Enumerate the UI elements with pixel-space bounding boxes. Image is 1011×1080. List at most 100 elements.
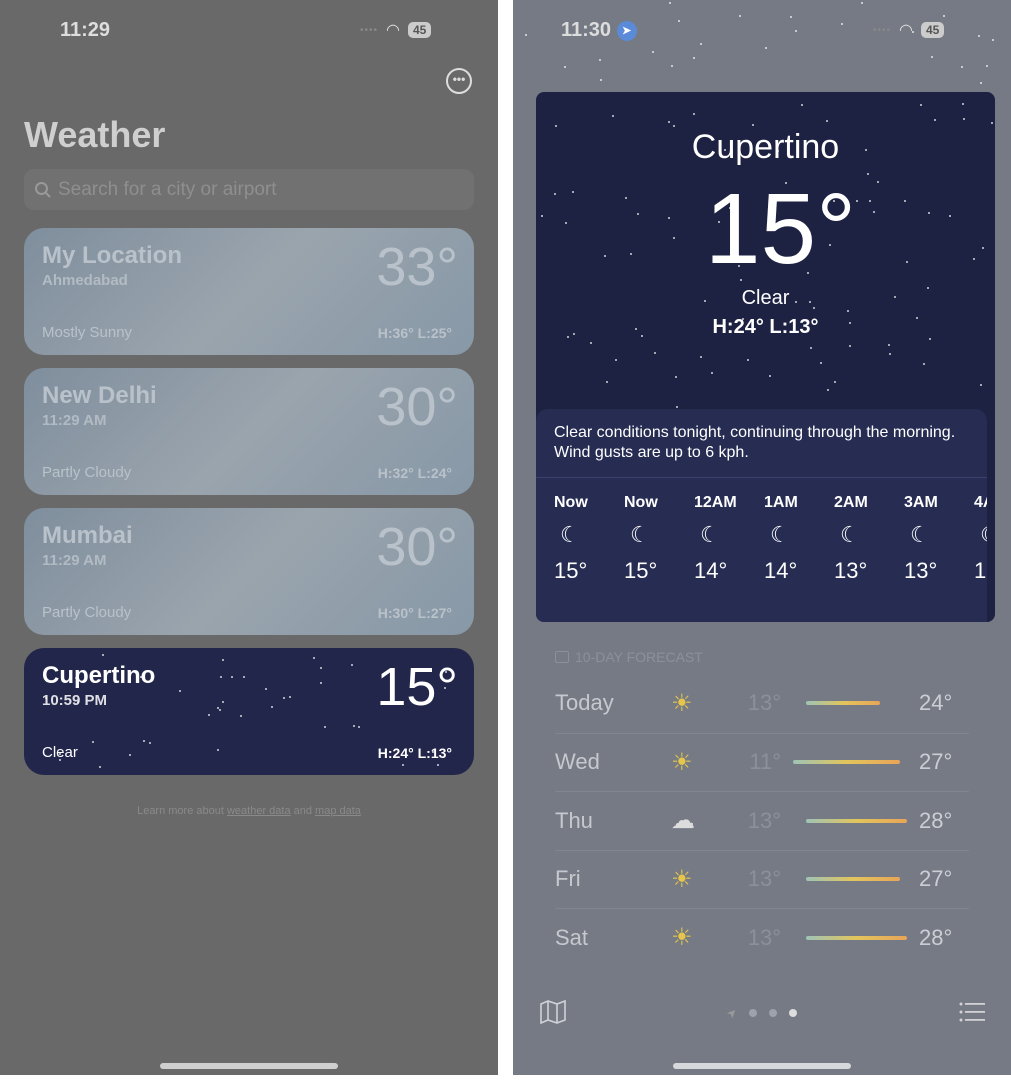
star xyxy=(357,726,360,729)
star xyxy=(313,657,316,660)
star xyxy=(670,65,673,68)
star xyxy=(810,346,813,349)
forecast-low: 13° xyxy=(747,690,781,715)
signal-icon: •••• xyxy=(360,24,379,36)
moon-stars-icon: ☾ xyxy=(630,522,650,547)
moon-stars-icon: ☾ xyxy=(560,522,580,547)
card-temp: 33° xyxy=(376,237,458,297)
star xyxy=(323,725,326,728)
temp-range-bar xyxy=(806,818,907,823)
forecast-row[interactable]: Sat ☀ 13° 28° xyxy=(555,908,969,966)
star xyxy=(710,371,713,374)
star xyxy=(676,405,679,408)
sun-icon: ☀ xyxy=(671,924,693,951)
search-input[interactable] xyxy=(58,178,458,201)
city-name: Cupertino xyxy=(691,128,840,166)
star xyxy=(401,764,404,767)
star xyxy=(738,15,741,18)
forecast-day: Sat xyxy=(555,924,589,950)
star xyxy=(768,374,771,377)
home-indicator[interactable] xyxy=(673,1063,851,1069)
star xyxy=(887,344,890,347)
footer-mid: and xyxy=(290,805,316,817)
search-bar[interactable] xyxy=(24,169,474,210)
location-arrow-icon: ➤ xyxy=(616,21,637,41)
hour-label: Now xyxy=(554,494,588,511)
star xyxy=(960,65,963,68)
condition: Clear xyxy=(741,287,790,309)
hour-temp: 13° xyxy=(974,558,987,583)
star xyxy=(991,122,994,125)
forecast-row[interactable]: Wed ☀ 11° 27° xyxy=(555,732,969,791)
city-card[interactable]: Mumbai 11:29 AM 30° Partly Cloudy H:30° … xyxy=(24,508,474,635)
wifi-icon: ◠ xyxy=(899,22,913,39)
forecast-low: 13° xyxy=(747,866,781,891)
forecast-row[interactable]: Today ☀ 13° 24° xyxy=(555,674,969,732)
star xyxy=(980,384,983,387)
star xyxy=(675,375,678,378)
star xyxy=(599,59,602,62)
star xyxy=(699,356,702,359)
status-time: 11:30 ➤ xyxy=(561,19,637,42)
star xyxy=(920,104,923,107)
hour-label: Now xyxy=(624,494,658,511)
map-data-link[interactable]: map data xyxy=(315,805,361,817)
star xyxy=(606,380,609,383)
sun-icon: ☀ xyxy=(671,865,693,893)
star xyxy=(219,708,221,711)
hour-item: Now ☾ 15° xyxy=(554,494,624,584)
star xyxy=(222,658,225,661)
page-dot[interactable] xyxy=(769,1009,778,1017)
star xyxy=(98,766,101,769)
forecast-low: 11° xyxy=(749,749,781,774)
star xyxy=(834,381,837,384)
weather-data-link[interactable]: weather data xyxy=(227,805,291,817)
temp-range-bar xyxy=(806,877,901,881)
status-icons: •••• ◠ 45 xyxy=(360,20,432,40)
star xyxy=(962,103,965,106)
city-card[interactable]: My Location Ahmedabad 33° Mostly Sunny H… xyxy=(24,228,474,355)
card-high-low: H:24° L:13° xyxy=(377,745,452,761)
hour-label: 3AM xyxy=(904,494,938,511)
card-condition: Mostly Sunny xyxy=(42,324,133,341)
star xyxy=(789,16,792,19)
star xyxy=(669,2,672,5)
star xyxy=(525,34,528,37)
map-icon[interactable] xyxy=(539,1000,567,1024)
hour-temp: 14° xyxy=(764,558,798,583)
temp-range-bar xyxy=(793,760,901,764)
battery-icon: 45 xyxy=(920,22,945,38)
star xyxy=(319,681,322,684)
ten-day-title: 10-DAY FORECAST xyxy=(575,649,703,665)
star xyxy=(651,50,654,53)
forecast-high: 24° xyxy=(919,690,953,715)
page-dot[interactable] xyxy=(749,1009,758,1017)
current-weather-card: Cupertino 15° Clear H:24° L:13° Clear co… xyxy=(536,92,995,622)
forecast-day: Fri xyxy=(555,866,581,891)
card-condition: Partly Cloudy xyxy=(42,604,132,621)
city-detail-screen: 11:30 ➤ •••• ◠ 45 Cupertino 15° Clear H:… xyxy=(513,0,1011,1075)
star xyxy=(350,663,353,666)
more-options-button[interactable]: ••• xyxy=(446,68,472,94)
star xyxy=(220,675,223,678)
calendar-icon xyxy=(555,651,569,663)
location-page-icon[interactable]: ➤ xyxy=(724,1004,741,1021)
high-low: H:24° L:13° xyxy=(712,316,819,338)
forecast-row[interactable]: Fri ☀ 13° 27° xyxy=(555,849,969,908)
page-dot[interactable] xyxy=(789,1009,798,1017)
hour-temp: 13° xyxy=(834,558,868,583)
star xyxy=(977,34,980,37)
star xyxy=(83,674,86,677)
footer-prefix: Learn more about xyxy=(137,805,227,817)
star xyxy=(555,124,558,127)
forecast-summary: Clear conditions tonight, continuing thr… xyxy=(536,409,987,478)
hourly-forecast[interactable]: Clear conditions tonight, continuing thr… xyxy=(536,409,987,622)
city-card[interactable]: New Delhi 11:29 AM 30° Partly Cloudy H:3… xyxy=(24,368,474,495)
city-card[interactable]: Cupertino 10:59 PM 15° Clear H:24° L:13° xyxy=(24,648,474,775)
temp-range-track xyxy=(793,877,907,881)
star xyxy=(615,359,618,362)
list-icon[interactable] xyxy=(959,1002,985,1022)
home-indicator[interactable] xyxy=(160,1063,338,1069)
star xyxy=(847,310,850,313)
forecast-row[interactable]: Thu ☁ 13° 28° xyxy=(555,791,969,849)
